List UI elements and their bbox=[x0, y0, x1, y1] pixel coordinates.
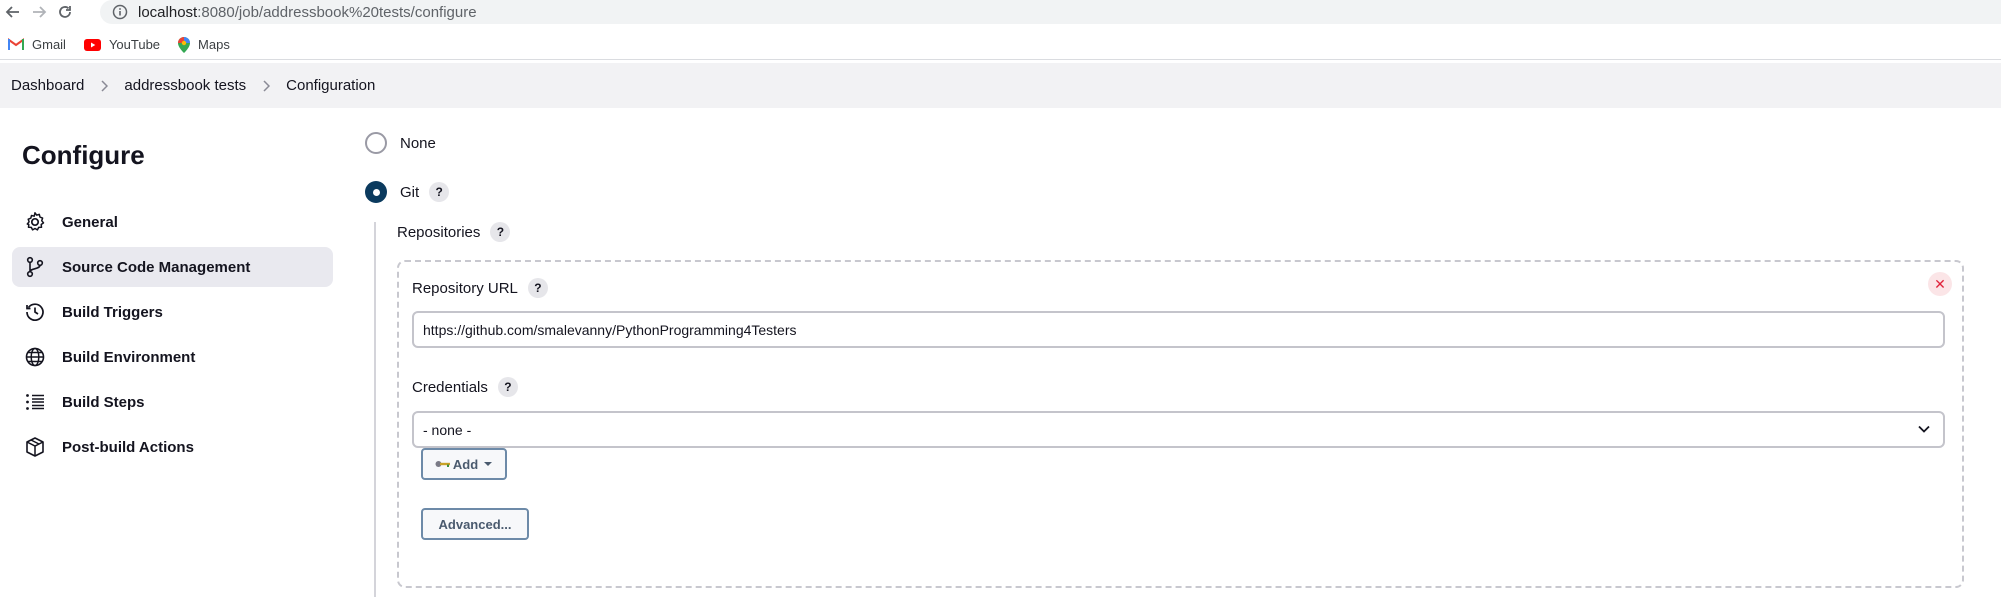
sidebar-item-label: Post-build Actions bbox=[62, 438, 194, 456]
advanced-button-label: Advanced... bbox=[438, 516, 512, 532]
sidebar-item-label: Build Steps bbox=[62, 393, 145, 411]
sidebar: General Source Code Management Build Tri… bbox=[12, 202, 333, 472]
url-text: localhost:8080/job/addressbook%20tests/c… bbox=[138, 4, 477, 21]
repositories-label: Repositories ? bbox=[397, 222, 511, 242]
repositories-label-text: Repositories bbox=[397, 223, 481, 241]
breadcrumb-job[interactable]: addressbook tests bbox=[124, 77, 246, 94]
sidebar-item-label: Build Triggers bbox=[62, 303, 163, 321]
radio-none[interactable] bbox=[365, 132, 387, 154]
credentials-label: Credentials ? bbox=[412, 377, 518, 397]
breadcrumb-configuration[interactable]: Configuration bbox=[286, 77, 375, 94]
repository-url-input[interactable] bbox=[412, 311, 1945, 348]
close-icon[interactable]: ✕ bbox=[1928, 272, 1952, 296]
url-host: localhost bbox=[138, 3, 198, 21]
chevron-right-icon bbox=[100, 79, 109, 92]
repo-url-label: Repository URL ? bbox=[412, 278, 548, 298]
sidebar-item-post-build-actions[interactable]: Post-build Actions bbox=[12, 427, 333, 467]
bookmark-label: Gmail bbox=[32, 37, 66, 52]
reload-icon bbox=[59, 6, 71, 18]
arrow-left-icon bbox=[5, 6, 19, 18]
advanced-button[interactable]: Advanced... bbox=[421, 508, 529, 540]
globe-icon bbox=[24, 346, 46, 368]
url-path: :8080/job/addressbook%20tests/configure bbox=[197, 3, 477, 21]
list-icon bbox=[24, 391, 46, 413]
caret-down-icon bbox=[484, 462, 493, 466]
address-bar[interactable]: localhost:8080/job/addressbook%20tests/c… bbox=[100, 0, 2001, 24]
breadcrumb-dashboard[interactable]: Dashboard bbox=[11, 77, 84, 94]
add-credentials-button[interactable]: Add bbox=[421, 448, 507, 480]
breadcrumb: Dashboard addressbook tests Configuratio… bbox=[0, 63, 2001, 108]
chevron-right-icon bbox=[262, 79, 271, 92]
gear-icon bbox=[24, 211, 46, 233]
sidebar-item-source-code-management[interactable]: Source Code Management bbox=[12, 247, 333, 287]
bookmark-label: Maps bbox=[198, 37, 230, 52]
sidebar-item-build-environment[interactable]: Build Environment bbox=[12, 337, 333, 377]
radio-git[interactable] bbox=[365, 181, 387, 203]
credentials-label-text: Credentials bbox=[412, 378, 488, 396]
bookmark-gmail[interactable]: Gmail bbox=[8, 37, 66, 52]
clock-icon bbox=[24, 301, 46, 323]
package-icon bbox=[24, 436, 46, 458]
forward-button[interactable] bbox=[26, 0, 52, 24]
credentials-select[interactable]: - none - bbox=[412, 411, 1945, 448]
radio-label: Git bbox=[400, 183, 420, 201]
browser-toolbar: localhost:8080/job/addressbook%20tests/c… bbox=[0, 0, 2001, 24]
branch-icon bbox=[24, 256, 46, 278]
maps-icon bbox=[178, 36, 191, 53]
git-section-rail bbox=[374, 222, 376, 597]
gmail-icon bbox=[8, 38, 24, 50]
help-icon[interactable]: ? bbox=[490, 222, 511, 242]
bookmark-youtube[interactable]: YouTube bbox=[83, 37, 161, 52]
back-button[interactable] bbox=[0, 0, 26, 24]
reload-button[interactable] bbox=[52, 0, 78, 24]
arrow-right-icon bbox=[33, 6, 47, 18]
help-icon[interactable]: ? bbox=[429, 182, 450, 202]
scm-option-git[interactable]: Git ? bbox=[365, 181, 450, 203]
sidebar-item-build-triggers[interactable]: Build Triggers bbox=[12, 292, 333, 332]
repository-panel: ✕ Repository URL ? Credentials ? - none … bbox=[397, 260, 1964, 588]
sidebar-item-label: Build Environment bbox=[62, 348, 196, 366]
info-icon bbox=[112, 4, 128, 20]
bookmark-label: YouTube bbox=[108, 37, 161, 52]
help-icon[interactable]: ? bbox=[497, 377, 518, 397]
sidebar-item-build-steps[interactable]: Build Steps bbox=[12, 382, 333, 422]
radio-label: None bbox=[400, 134, 436, 152]
bookmark-maps[interactable]: Maps bbox=[178, 36, 230, 53]
help-icon[interactable]: ? bbox=[527, 278, 548, 298]
bookmarks-bar: Gmail YouTube Maps bbox=[0, 30, 2001, 60]
youtube-icon bbox=[83, 38, 101, 51]
scm-option-none[interactable]: None bbox=[365, 132, 436, 154]
add-button-label: Add bbox=[452, 456, 479, 472]
sidebar-item-general[interactable]: General bbox=[12, 202, 333, 242]
chevron-down-icon bbox=[1917, 422, 1931, 439]
page-title: Configure bbox=[22, 140, 145, 170]
key-icon bbox=[435, 461, 450, 467]
repo-url-label-text: Repository URL bbox=[412, 279, 518, 297]
sidebar-item-label: General bbox=[62, 213, 118, 231]
credentials-selected-value: - none - bbox=[423, 421, 472, 438]
sidebar-item-label: Source Code Management bbox=[62, 258, 251, 276]
